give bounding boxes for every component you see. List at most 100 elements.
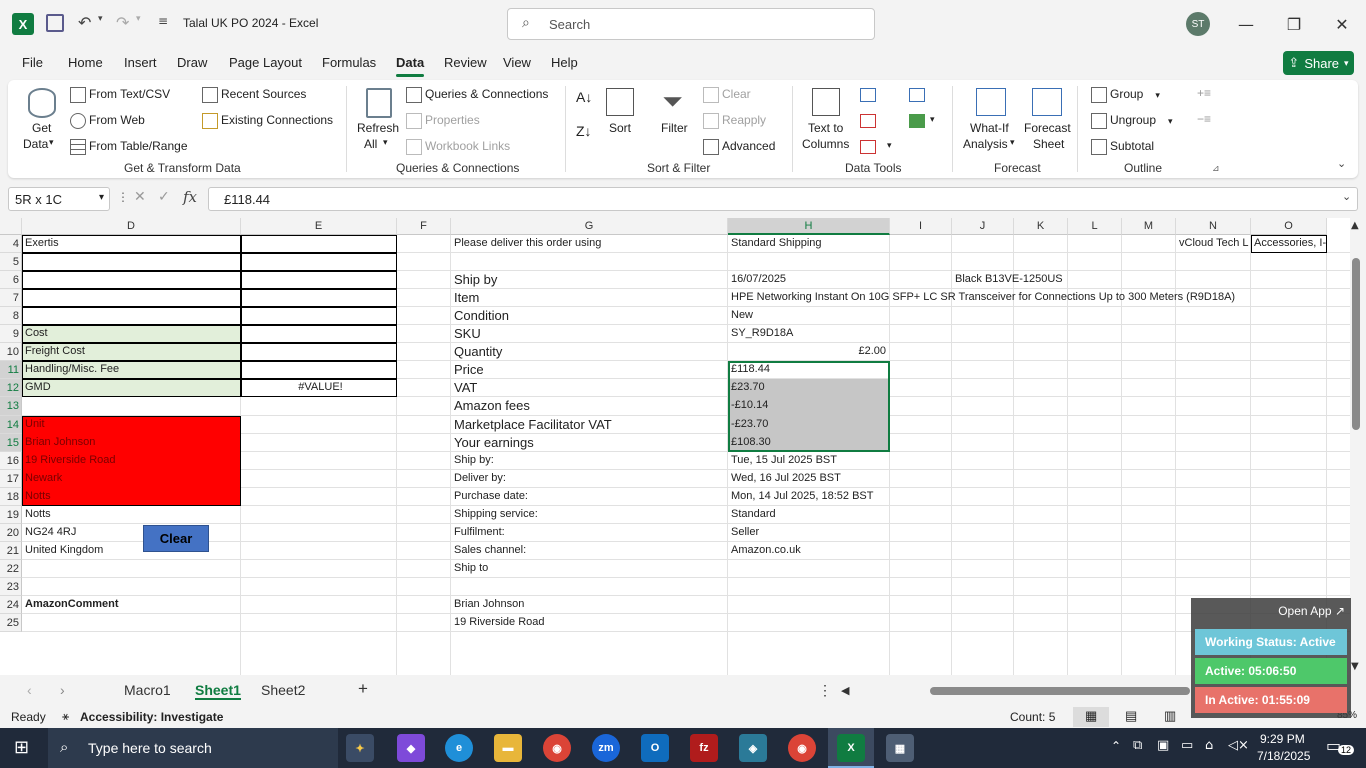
column-header-k[interactable]: K — [1014, 218, 1068, 235]
copilot-icon[interactable]: ◆ — [397, 734, 425, 762]
customize-qat-icon[interactable]: ≡ — [158, 14, 168, 28]
enter-icon[interactable]: ✓ — [158, 189, 170, 205]
row-header-10[interactable]: 10 — [0, 343, 22, 361]
cell-g16[interactable]: Ship by: — [451, 452, 728, 470]
search-box[interactable]: ⌕ Search — [507, 8, 875, 40]
cell-h11[interactable]: £118.44 — [728, 361, 890, 379]
scroll-left-icon[interactable]: ◀ — [841, 684, 849, 697]
cell-d16[interactable]: 19 Riverside Road — [22, 452, 241, 470]
row-header-21[interactable]: 21 — [0, 542, 22, 560]
cell-h17[interactable]: Wed, 16 Jul 2025 BST — [728, 470, 1350, 488]
cell-g13[interactable]: Amazon fees — [451, 397, 728, 416]
menu-formulas[interactable]: Formulas — [322, 55, 376, 70]
network-icon[interactable]: ⌂ — [1205, 738, 1213, 753]
cell-d10[interactable]: Freight Cost — [22, 343, 241, 361]
select-all-corner[interactable] — [0, 218, 22, 235]
more-options-icon[interactable]: ⋮ — [117, 190, 129, 204]
cell-d24[interactable]: AmazonComment — [22, 596, 241, 614]
row-header-22[interactable]: 22 — [0, 560, 22, 578]
cell-g21[interactable]: Sales channel: — [451, 542, 728, 560]
cancel-icon[interactable]: ✕ — [134, 189, 146, 205]
spreadsheet-grid[interactable]: D E F G H I J K L M N O 4 5 6 7 8 9 10 11 12 13 14 15 16 17 18 19 20… — [0, 218, 1350, 675]
row-header-7[interactable]: 7 — [0, 289, 22, 307]
refresh-label2[interactable]: All — [364, 137, 377, 151]
battery-icon[interactable]: ▭ — [1181, 738, 1193, 753]
menu-help[interactable]: Help — [551, 55, 578, 70]
maximize-icon[interactable]: ❐ — [1279, 10, 1309, 38]
menu-review[interactable]: Review — [444, 55, 487, 70]
row-header-25[interactable]: 25 — [0, 614, 22, 632]
column-header-j[interactable]: J — [952, 218, 1014, 235]
cell-g15[interactable]: Your earnings — [451, 434, 728, 452]
formula-input[interactable]: £118.44 — [208, 187, 1358, 211]
outlook-icon[interactable]: O — [641, 734, 669, 762]
menu-file[interactable]: File — [22, 55, 43, 70]
column-header-i[interactable]: I — [890, 218, 952, 235]
cell-n4[interactable]: vCloud Tech L — [1176, 235, 1251, 253]
cell-d14[interactable]: Unit — [22, 416, 241, 434]
undo-dropdown-icon[interactable]: ▾ — [98, 14, 103, 24]
clear-button[interactable]: Clear — [143, 525, 209, 552]
menu-data[interactable]: Data — [396, 55, 425, 77]
row-header-9[interactable]: 9 — [0, 325, 22, 343]
reapply-button[interactable]: Reapply — [703, 113, 766, 129]
row-header-17[interactable]: 17 — [0, 470, 22, 488]
meet-icon[interactable]: ▣ — [1157, 738, 1169, 753]
cell-j6[interactable]: Black B13VE-1250US — [952, 271, 1350, 289]
windows-start-icon[interactable]: ⊞ — [14, 737, 29, 758]
cell-g7[interactable]: Item — [451, 289, 728, 307]
column-header-f[interactable]: F — [397, 218, 451, 235]
cell-g19[interactable]: Shipping service: — [451, 506, 728, 524]
column-header-d[interactable]: D — [22, 218, 241, 235]
row-header-6[interactable]: 6 — [0, 271, 22, 289]
cell-h8[interactable]: New — [728, 307, 890, 325]
what-if-label[interactable]: What-If — [970, 121, 1009, 135]
cell-h14[interactable]: -£23.70 — [728, 416, 890, 434]
cell-g10[interactable]: Quantity — [451, 343, 728, 361]
data-validation-icon[interactable] — [860, 140, 876, 154]
column-header-l[interactable]: L — [1068, 218, 1122, 235]
chevron-down-icon[interactable]: ▾ — [930, 114, 935, 125]
row-header-20[interactable]: 20 — [0, 524, 22, 542]
cell-g20[interactable]: Fulfilment: — [451, 524, 728, 542]
row-header-15[interactable]: 15 — [0, 434, 22, 452]
remove-duplicates-icon[interactable] — [860, 114, 876, 128]
get-data-label2[interactable]: Data — [23, 137, 48, 151]
cell-d11[interactable]: Handling/Misc. Fee — [22, 361, 241, 379]
cell-d15[interactable]: Brian Johnson — [22, 434, 241, 452]
close-icon[interactable]: ✕ — [1327, 10, 1357, 38]
cell-g11[interactable]: Price — [451, 361, 728, 379]
page-break-icon[interactable]: ▥ — [1164, 708, 1176, 724]
row-header-16[interactable]: 16 — [0, 452, 22, 470]
show-hidden-icons[interactable]: ⌃ — [1111, 739, 1121, 753]
cell-o4[interactable]: Accessories, I- — [1251, 235, 1327, 253]
row-header-24[interactable]: 24 — [0, 596, 22, 614]
row-header-11[interactable]: 11 — [0, 361, 22, 379]
prev-sheet-icon[interactable]: ‹ — [27, 682, 32, 698]
cell-h4[interactable]: Standard Shipping — [728, 235, 890, 253]
cell-g4[interactable]: Please deliver this order using — [451, 235, 728, 253]
consolidate-icon[interactable] — [909, 88, 925, 102]
cell-d9[interactable]: Cost — [22, 325, 241, 343]
horizontal-scrollbar-thumb[interactable] — [930, 687, 1190, 695]
cell-h20[interactable]: Seller — [728, 524, 890, 542]
next-sheet-icon[interactable]: › — [60, 682, 65, 698]
share-button[interactable]: ⇪ Share ▾ — [1283, 51, 1354, 75]
tab-sheet2[interactable]: Sheet2 — [261, 682, 305, 698]
properties-button[interactable]: Properties — [406, 113, 480, 129]
column-header-h[interactable]: H — [728, 218, 890, 235]
function-icon[interactable]: fx — [183, 188, 197, 206]
filter-button[interactable]: Filter — [661, 121, 688, 135]
row-header-14[interactable]: 14 — [0, 416, 22, 434]
row-header-23[interactable]: 23 — [0, 578, 22, 596]
chevron-down-icon[interactable]: ▾ — [887, 140, 892, 151]
calculator-icon[interactable]: ▦ — [886, 734, 914, 762]
show-detail-icon[interactable]: +≡ — [1197, 86, 1211, 100]
menu-view[interactable]: View — [503, 55, 531, 70]
clock-time[interactable]: 9:29 PM — [1260, 732, 1305, 746]
cell-d19[interactable]: Notts — [22, 506, 241, 524]
page-layout-icon[interactable]: ▤ — [1125, 708, 1137, 724]
cell-d18[interactable]: Notts — [22, 488, 241, 506]
sort-za-icon[interactable]: Z↓ — [576, 123, 592, 139]
edge-icon[interactable]: e — [445, 734, 473, 762]
